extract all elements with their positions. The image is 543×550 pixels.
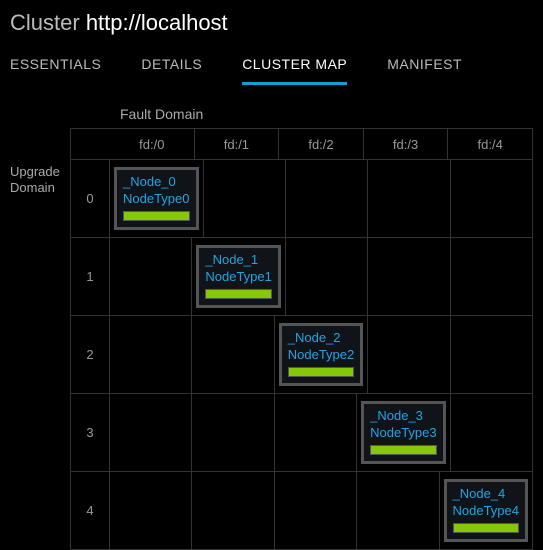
page-title-label: Cluster <box>10 10 80 35</box>
node-name: _Node_4 <box>453 486 520 503</box>
cluster-map-grid: Upgrade Domain fd:/0 fd:/1 fd:/2 fd:/3 f… <box>10 128 533 550</box>
node-type: NodeType4 <box>453 503 520 520</box>
grid-cell <box>451 238 533 316</box>
node-type: NodeType1 <box>205 269 272 286</box>
grid-cell <box>451 160 533 238</box>
fd-header: fd:/1 <box>195 128 280 160</box>
node-type: NodeType2 <box>288 347 355 364</box>
ud-header: 0 <box>70 160 110 238</box>
fd-header: fd:/0 <box>110 128 195 160</box>
grid-cell <box>110 238 192 316</box>
fault-domain-label: Fault Domain <box>120 106 533 122</box>
node-name: _Node_0 <box>123 174 190 191</box>
grid-cell <box>451 316 533 394</box>
fault-domain-headers: fd:/0 fd:/1 fd:/2 fd:/3 fd:/4 <box>70 128 533 160</box>
page-title-url: http://localhost <box>86 10 228 35</box>
tab-essentials[interactable]: ESSENTIALS <box>10 50 101 85</box>
health-bar <box>453 523 520 533</box>
grid-cell: _Node_4NodeType4 <box>440 472 534 550</box>
node-card[interactable]: _Node_4NodeType4 <box>444 479 529 543</box>
grid-cell <box>110 316 192 394</box>
ud-header: 1 <box>70 238 110 316</box>
grid-cell: _Node_1NodeType1 <box>192 238 286 316</box>
node-card[interactable]: _Node_0NodeType0 <box>114 167 199 231</box>
grid-cell <box>368 238 450 316</box>
node-card[interactable]: _Node_2NodeType2 <box>279 323 364 387</box>
grid-cell: _Node_0NodeType0 <box>110 160 204 238</box>
fd-header: fd:/3 <box>364 128 449 160</box>
ud-header: 3 <box>70 394 110 472</box>
node-name: _Node_1 <box>205 252 272 269</box>
node-card[interactable]: _Node_1NodeType1 <box>196 245 281 309</box>
grid-cell <box>286 160 368 238</box>
health-bar <box>123 211 190 221</box>
grid-cell <box>192 472 274 550</box>
grid-cell <box>357 472 439 550</box>
upgrade-domain-label: Upgrade Domain <box>10 128 70 550</box>
health-bar <box>288 367 355 377</box>
tab-bar: ESSENTIALS DETAILS CLUSTER MAP MANIFEST <box>10 50 533 86</box>
grid-cell <box>275 472 357 550</box>
node-type: NodeType0 <box>123 191 190 208</box>
ud-header: 2 <box>70 316 110 394</box>
health-bar <box>205 289 272 299</box>
node-card[interactable]: _Node_3NodeType3 <box>361 401 446 465</box>
page-title: Cluster http://localhost <box>10 10 533 36</box>
health-bar <box>370 445 437 455</box>
node-name: _Node_2 <box>288 330 355 347</box>
grid-cell <box>192 316 274 394</box>
ud-header: 4 <box>70 472 110 550</box>
grid-cell <box>275 394 357 472</box>
grid-cell <box>286 238 368 316</box>
grid-cell <box>192 394 274 472</box>
grid-cell <box>368 316 450 394</box>
grid-cell <box>110 472 192 550</box>
grid-cell <box>110 394 192 472</box>
fd-header: fd:/2 <box>279 128 364 160</box>
grid-cell: _Node_3NodeType3 <box>357 394 451 472</box>
grid-corner <box>70 128 110 160</box>
grid-cell: _Node_2NodeType2 <box>275 316 369 394</box>
tab-details[interactable]: DETAILS <box>141 50 202 85</box>
grid-cell <box>204 160 286 238</box>
grid-cell <box>368 160 450 238</box>
tab-manifest[interactable]: MANIFEST <box>387 50 462 85</box>
node-name: _Node_3 <box>370 408 437 425</box>
node-type: NodeType3 <box>370 425 437 442</box>
fd-header: fd:/4 <box>448 128 533 160</box>
tab-cluster-map[interactable]: CLUSTER MAP <box>242 50 347 85</box>
grid-cell <box>451 394 533 472</box>
